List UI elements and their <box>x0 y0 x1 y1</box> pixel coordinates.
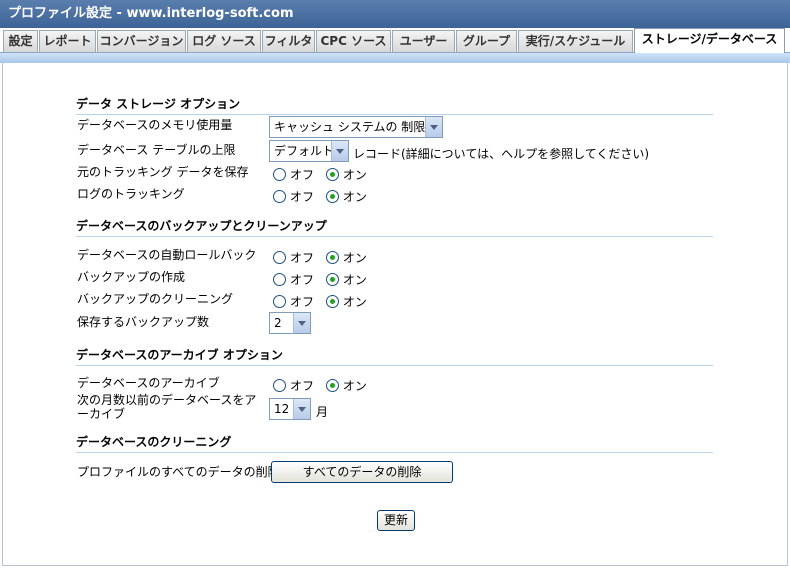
create-backup-label: バックアップの作成 <box>77 270 186 284</box>
tab-filters[interactable]: フィルタ <box>262 30 315 52</box>
auto-rollback-radio-group: オフ オン <box>273 249 375 265</box>
log-tracking-label: ログのトラッキング <box>77 187 185 201</box>
chevron-down-icon <box>425 117 442 137</box>
auto-rollback-on-radio[interactable] <box>325 251 339 264</box>
create-backup-radio-group: オフ オン <box>273 271 375 287</box>
tab-cpc-sources[interactable]: CPC ソース <box>316 30 391 52</box>
tab-bar: 設定 レポート コンバージョン ログ ソース フィルタ CPC ソース ユーザー… <box>0 28 790 53</box>
radio-off-label: オフ <box>290 273 315 287</box>
log-tracking-on-radio[interactable] <box>325 190 339 203</box>
table-limit-label: データベース テーブルの上限 <box>77 143 236 157</box>
table-limit-note: レコード(詳細については、ヘルプを参照してください) <box>353 147 650 161</box>
section-cleaning-heading: データベースのクリーニング <box>76 433 713 453</box>
keep-tracking-off-radio[interactable] <box>273 168 286 181</box>
table-limit-select[interactable]: デフォルト <box>269 140 349 162</box>
memory-usage-label: データベースのメモリ使用量 <box>77 118 233 132</box>
radio-off-label: オフ <box>290 190 315 204</box>
radio-on-label: オン <box>342 190 367 204</box>
backup-cleanup-radio-group: オフ オン <box>273 293 375 309</box>
archive-radio-group: オフ オン <box>273 377 375 393</box>
chevron-down-icon <box>293 399 310 419</box>
radio-off-label: オフ <box>290 295 315 309</box>
archive-label: データベースのアーカイブ <box>77 376 220 390</box>
chevron-down-icon <box>331 141 348 161</box>
chevron-down-icon <box>293 313 310 333</box>
radio-off-label: オフ <box>290 251 315 265</box>
radio-on-label: オン <box>342 168 367 182</box>
auto-rollback-off-radio[interactable] <box>273 251 286 264</box>
update-button[interactable]: 更新 <box>377 510 415 531</box>
create-backup-off-radio[interactable] <box>273 273 286 286</box>
keep-tracking-radio-group: オフ オン <box>273 166 375 182</box>
section-storage-options-heading: データ ストレージ オプション <box>76 95 713 115</box>
backup-cleanup-off-radio[interactable] <box>273 295 286 308</box>
archive-months-value: 12 <box>274 402 290 416</box>
log-tracking-radio-group: オフ オン <box>273 188 375 204</box>
radio-on-label: オン <box>342 273 367 287</box>
keep-backups-value: 2 <box>274 316 282 330</box>
tab-settings[interactable]: 設定 <box>3 30 38 52</box>
keep-backups-select[interactable]: 2 <box>269 312 311 334</box>
radio-off-label: オフ <box>290 379 315 393</box>
panel-header-strip <box>0 52 790 63</box>
create-backup-on-radio[interactable] <box>325 273 339 286</box>
archive-off-radio[interactable] <box>273 379 286 392</box>
radio-on-label: オン <box>342 295 367 309</box>
delete-all-data-button[interactable]: すべてのデータの削除 <box>271 461 453 483</box>
log-tracking-off-radio[interactable] <box>273 190 286 203</box>
radio-on-label: オン <box>342 379 367 393</box>
tab-run-schedule[interactable]: 実行/スケジュール <box>518 30 633 52</box>
radio-off-label: オフ <box>290 168 315 182</box>
keep-tracking-label: 元のトラッキング データを保存 <box>77 165 249 179</box>
window-title: プロファイル設定 - www.interlog-soft.com <box>0 0 790 28</box>
tab-log-sources[interactable]: ログ ソース <box>187 30 261 52</box>
section-archive-heading: データベースのアーカイブ オプション <box>76 346 713 366</box>
archive-months-label: 次の月数以前のデータベースをアーカイブ <box>77 393 257 421</box>
backup-cleanup-label: バックアップのクリーニング <box>77 292 234 306</box>
memory-usage-value: キャッシュ システムの 制限 <box>274 120 426 134</box>
archive-on-radio[interactable] <box>325 379 339 392</box>
tab-users[interactable]: ユーザー <box>392 30 455 52</box>
radio-on-label: オン <box>342 251 367 265</box>
tab-groups[interactable]: グループ <box>456 30 517 52</box>
tab-reports[interactable]: レポート <box>39 30 96 52</box>
auto-rollback-label: データベースの自動ロールバック <box>77 248 257 262</box>
backup-cleanup-on-radio[interactable] <box>325 295 339 308</box>
archive-months-unit: 月 <box>316 405 329 419</box>
archive-months-select[interactable]: 12 <box>269 398 311 420</box>
keep-tracking-on-radio[interactable] <box>325 168 339 181</box>
keep-backups-label: 保存するバックアップ数 <box>77 315 210 329</box>
delete-all-label: プロファイルのすべてのデータの削除 <box>77 465 280 479</box>
tab-storage-database[interactable]: ストレージ/データベース <box>634 28 785 53</box>
section-backup-heading: データベースのバックアップとクリーンアップ <box>76 217 713 237</box>
tab-conversions[interactable]: コンバージョン <box>97 30 186 52</box>
table-limit-value: デフォルト <box>274 144 335 158</box>
memory-usage-select[interactable]: キャッシュ システムの 制限 <box>269 116 443 138</box>
